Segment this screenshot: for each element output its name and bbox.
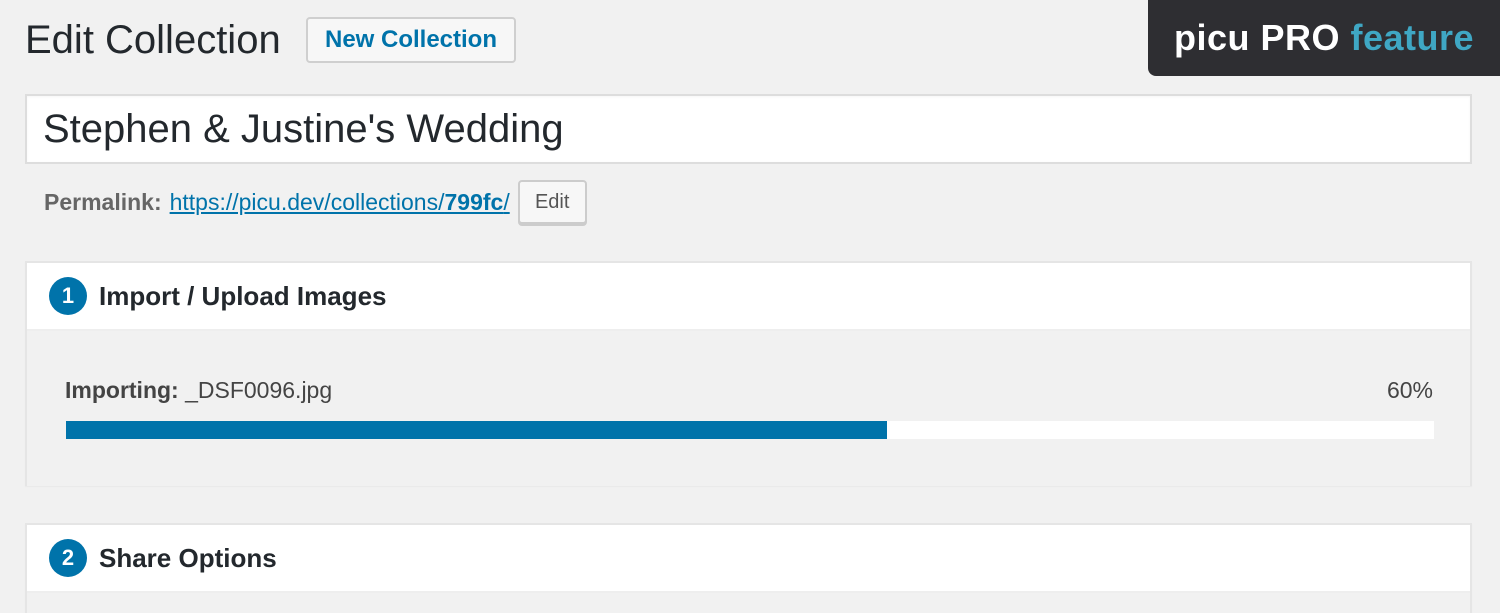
permalink-url-slug: 799fc (444, 188, 504, 215)
page-title: Edit Collection (25, 18, 281, 62)
panel-header-share[interactable]: 2 Share Options (27, 525, 1470, 593)
step-number-badge: 1 (49, 277, 87, 315)
share-options-body (27, 593, 1470, 613)
permalink-link[interactable]: https://picu.dev/collections/799fc/ (170, 189, 510, 216)
import-status-label: Importing: (65, 377, 179, 403)
permalink-url-prefix: https://picu.dev/collections/ (169, 188, 445, 215)
permalink-url-suffix: / (503, 188, 510, 215)
import-progress-bar (66, 421, 1434, 439)
panel-header-import[interactable]: 1 Import / Upload Images (27, 263, 1470, 331)
step-number-badge: 2 (49, 539, 87, 577)
pro-feature-badge: picu PRO feature (1148, 0, 1500, 76)
permalink-label: Permalink: (44, 188, 162, 215)
import-status: Importing: _DSF0096.jpg (65, 377, 332, 404)
permalink-row: Permalink: https://picu.dev/collections/… (44, 180, 587, 224)
import-progress-body: Importing: _DSF0096.jpg 60% (27, 331, 1470, 486)
badge-text-product: picu PRO (1173, 17, 1340, 58)
new-collection-button[interactable]: New Collection (306, 17, 516, 63)
share-options-panel: 2 Share Options (25, 523, 1472, 613)
import-progress-fill (66, 421, 887, 439)
import-filename: _DSF0096.jpg (185, 377, 333, 403)
import-percent: 60% (1386, 377, 1433, 403)
panel-title-import: Import / Upload Images (99, 280, 387, 311)
edit-permalink-button[interactable]: Edit (517, 180, 587, 224)
badge-text-feature: feature (1350, 17, 1475, 58)
import-upload-panel: 1 Import / Upload Images Importing: _DSF… (25, 261, 1472, 486)
collection-title-input[interactable]: Stephen & Justine's Wedding (25, 94, 1472, 164)
panel-title-share: Share Options (99, 542, 277, 573)
